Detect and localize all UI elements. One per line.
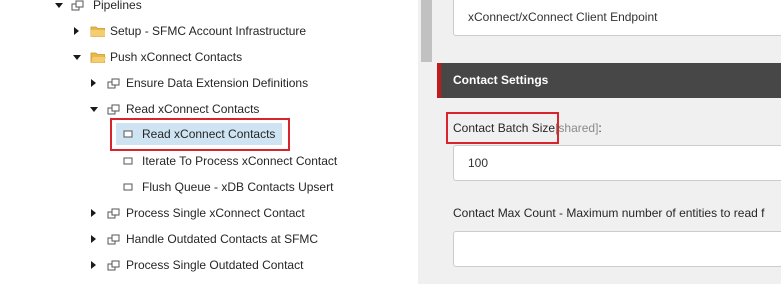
tree-item-label: Read xConnect Contacts bbox=[126, 102, 260, 116]
tree-item-label: Flush Queue - xDB Contacts Upsert bbox=[142, 180, 334, 194]
tree-item-label: Ensure Data Extension Definitions bbox=[126, 76, 309, 90]
expand-arrow-icon[interactable] bbox=[91, 209, 96, 217]
folder-open-icon bbox=[90, 47, 106, 67]
tree-item-label: Setup - SFMC Account Infrastructure bbox=[110, 24, 307, 38]
shared-tag: [shared] bbox=[555, 121, 599, 135]
folder-icon bbox=[90, 21, 105, 41]
tree-item-label: Push xConnect Contacts bbox=[110, 50, 243, 64]
expand-arrow-icon[interactable] bbox=[73, 55, 81, 60]
tree-item-label: Process Single Outdated Contact bbox=[126, 258, 304, 272]
label-colon: : bbox=[598, 121, 602, 135]
tree-item-label: Handle Outdated Contacts at SFMC bbox=[126, 232, 319, 246]
expand-arrow-icon[interactable] bbox=[55, 3, 63, 8]
highlight-box-selected-item bbox=[110, 118, 290, 151]
highlight-box-batch-size bbox=[446, 112, 559, 144]
expand-arrow-icon[interactable] bbox=[91, 235, 96, 243]
step-icon bbox=[121, 177, 135, 197]
tree-item-label: Process Single xConnect Contact bbox=[126, 206, 305, 220]
contact-max-count-label: Contact Max Count - Maximum number of en… bbox=[453, 206, 765, 220]
section-title: Contact Settings bbox=[453, 73, 549, 87]
pipeline-icon bbox=[71, 0, 85, 15]
pipeline-icon bbox=[107, 229, 121, 249]
pipeline-icon bbox=[107, 255, 121, 275]
pipeline-icon bbox=[107, 73, 121, 93]
section-header-accent bbox=[437, 63, 441, 98]
expand-arrow-icon[interactable] bbox=[91, 79, 96, 87]
pipeline-icon bbox=[107, 203, 121, 223]
endpoint-field[interactable]: xConnect/xConnect Client Endpoint bbox=[453, 0, 781, 36]
contact-max-count-input[interactable] bbox=[453, 231, 781, 267]
expand-arrow-icon[interactable] bbox=[74, 27, 79, 35]
tree-item-label: Iterate To Process xConnect Contact bbox=[142, 154, 338, 168]
expand-arrow-icon[interactable] bbox=[90, 107, 98, 112]
tree-item-label: Pipelines bbox=[93, 0, 142, 12]
tree-scrollbar-thumb[interactable] bbox=[421, 0, 432, 62]
step-icon bbox=[121, 151, 135, 171]
contact-batch-size-input[interactable]: 100 bbox=[453, 145, 781, 181]
content-tree: Pipelines Setup - SFMC Account Infrastru… bbox=[0, 0, 418, 284]
expand-arrow-icon[interactable] bbox=[91, 261, 96, 269]
pipeline-icon bbox=[107, 99, 121, 119]
